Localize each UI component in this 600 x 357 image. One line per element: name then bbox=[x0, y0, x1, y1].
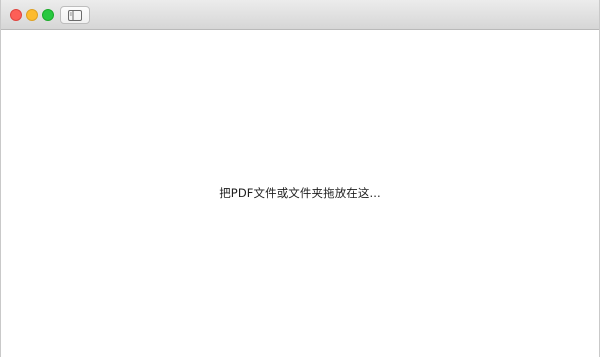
drop-hint-text: 把PDF文件或文件夹拖放在这... bbox=[219, 186, 381, 200]
drop-zone[interactable]: 把PDF文件或文件夹拖放在这... bbox=[1, 30, 599, 357]
zoom-window-button[interactable] bbox=[42, 9, 54, 21]
close-window-button[interactable] bbox=[10, 9, 22, 21]
app-window: 把PDF文件或文件夹拖放在这... bbox=[0, 0, 600, 357]
sidebar-icon bbox=[68, 9, 82, 21]
minimize-window-button[interactable] bbox=[26, 9, 38, 21]
sidebar-toggle-button[interactable] bbox=[60, 6, 90, 24]
title-bar bbox=[1, 0, 599, 30]
